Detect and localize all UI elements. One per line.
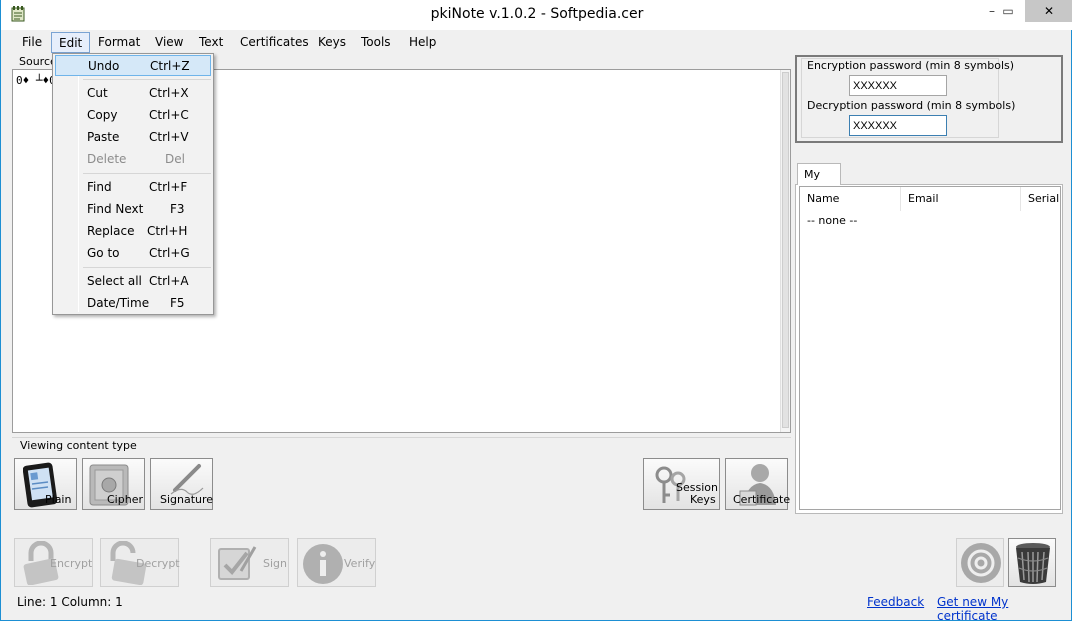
menu-view[interactable]: View [148, 32, 190, 53]
encrypt-button[interactable]: Encrypt [14, 538, 93, 587]
plain-label: Plain [45, 493, 72, 506]
menu-edit[interactable]: Edit [51, 32, 91, 53]
certificate-view-button[interactable]: Certificate [725, 458, 791, 510]
pen-icon [170, 464, 204, 495]
menu-item-label: Copy [87, 108, 118, 122]
maximize-button[interactable]: ▭ [993, 0, 1023, 22]
viewing-label: Viewing content type [19, 439, 138, 452]
menu-item-select-all[interactable]: Select all Ctrl+A [55, 271, 211, 292]
session-keys-button[interactable]: Session Keys [643, 458, 720, 510]
title-bar: pkiNote v.1.0.2 - Softpedia.cer – ▭ ✕ [1, 0, 1072, 30]
menu-item-label: Paste [87, 130, 120, 144]
menu-item-shortcut: Ctrl+X [149, 86, 189, 100]
menu-text[interactable]: Text [192, 32, 230, 53]
menu-item-shortcut: Ctrl+A [149, 274, 189, 288]
session-keys-label-line2: Keys [690, 493, 716, 506]
menu-item-label: Find [87, 180, 112, 194]
menu-item-date-time[interactable]: Date/Time F5 [55, 293, 211, 314]
menu-keys[interactable]: Keys [311, 32, 353, 53]
menu-item-shortcut: Ctrl+F [149, 180, 188, 194]
column-header-email[interactable]: Email [901, 187, 1021, 211]
verify-label: Verify [344, 557, 376, 570]
column-header-name[interactable]: Name [800, 187, 901, 211]
trash-button[interactable] [1008, 538, 1056, 587]
menu-item-label: Find Next [87, 202, 144, 216]
get-certificate-link[interactable]: Get new My certificate [937, 595, 1071, 621]
menu-item-paste[interactable]: Paste Ctrl+V [55, 127, 211, 148]
menu-format[interactable]: Format [91, 32, 147, 53]
list-empty-placeholder: -- none -- [807, 214, 858, 227]
signature-view-button[interactable]: Signature [150, 458, 213, 510]
menu-item-label: Delete [87, 152, 127, 166]
email-at-icon [961, 543, 1001, 583]
menu-item-shortcut: F5 [170, 296, 185, 310]
menu-file[interactable]: File [15, 32, 49, 53]
menu-item-label: Go to [87, 246, 120, 260]
menu-item-find-next[interactable]: Find Next F3 [55, 199, 211, 220]
menu-item-shortcut: Ctrl+Z [150, 59, 190, 73]
cipher-view-button[interactable]: Cipher [82, 458, 145, 510]
menu-item-label: Select all [87, 274, 142, 288]
decrypt-label: Decrypt [136, 557, 180, 570]
menu-item-label: Replace [87, 224, 135, 238]
encryption-password-field[interactable] [849, 75, 947, 96]
menu-item-shortcut: F3 [170, 202, 185, 216]
editor-scroll-thumb[interactable] [782, 72, 789, 428]
edit-menu-dropdown: Undo Ctrl+Z Cut Ctrl+X Copy Ctrl+C Paste… [52, 53, 214, 315]
menu-item-cut[interactable]: Cut Ctrl+X [55, 83, 211, 104]
decryption-password-field[interactable] [849, 115, 947, 136]
decryption-password-label: Decryption password (min 8 symbols) [807, 99, 1016, 112]
menu-certificates[interactable]: Certificates [233, 32, 316, 53]
trash-bin-icon [1016, 543, 1050, 584]
menu-separator [83, 267, 211, 268]
cipher-label: Cipher [107, 493, 143, 506]
menu-item-shortcut: Del [165, 152, 185, 166]
menu-item-copy[interactable]: Copy Ctrl+C [55, 105, 211, 126]
sign-label: Sign [263, 557, 287, 570]
signature-label: Signature [160, 493, 214, 506]
cursor-position: Line: 1 Column: 1 [17, 595, 123, 609]
menu-item-label: Undo [88, 59, 120, 73]
menu-item-label: Cut [87, 86, 108, 100]
info-icon [303, 544, 343, 584]
email-button[interactable] [956, 538, 1004, 587]
menu-item-find[interactable]: Find Ctrl+F [55, 177, 211, 198]
signed-document-icon [218, 546, 257, 580]
verify-button[interactable]: Verify [297, 538, 376, 587]
tab-my[interactable]: My [797, 163, 841, 185]
menu-tools[interactable]: Tools [354, 32, 398, 53]
close-button[interactable]: ✕ [1025, 0, 1072, 22]
certificates-list[interactable]: Name Email Serial N -- none -- [799, 186, 1061, 510]
editor-scrollbar[interactable] [780, 70, 790, 432]
menu-item-label: Date/Time [87, 296, 150, 310]
encrypt-label: Encrypt [50, 557, 93, 570]
menu-separator [83, 173, 211, 174]
menu-item-undo[interactable]: Undo Ctrl+Z [55, 55, 211, 76]
decrypt-button[interactable]: Decrypt [100, 538, 180, 587]
feedback-link[interactable]: Feedback [867, 595, 924, 609]
menu-item-replace[interactable]: Replace Ctrl+H [55, 221, 211, 242]
menu-item-shortcut: Ctrl+C [149, 108, 189, 122]
certificate-label: Certificate [733, 493, 791, 506]
sign-button[interactable]: Sign [210, 538, 289, 587]
menu-item-shortcut: Ctrl+G [149, 246, 190, 260]
menu-item-shortcut: Ctrl+H [147, 224, 188, 238]
app-window: pkiNote v.1.0.2 - Softpedia.cer – ▭ ✕ Fi… [0, 0, 1072, 621]
menu-item-go-to[interactable]: Go to Ctrl+G [55, 243, 211, 264]
plain-view-button[interactable]: Plain [14, 458, 77, 510]
encryption-password-label: Encryption password (min 8 symbols) [807, 59, 1015, 72]
menu-item-delete[interactable]: Delete Del [55, 149, 211, 170]
menu-separator [83, 79, 211, 80]
menu-help[interactable]: Help [402, 32, 443, 53]
column-header-serial[interactable]: Serial N [1021, 187, 1060, 211]
window-title: pkiNote v.1.0.2 - Softpedia.cer [430, 6, 644, 22]
menu-item-shortcut: Ctrl+V [149, 130, 189, 144]
